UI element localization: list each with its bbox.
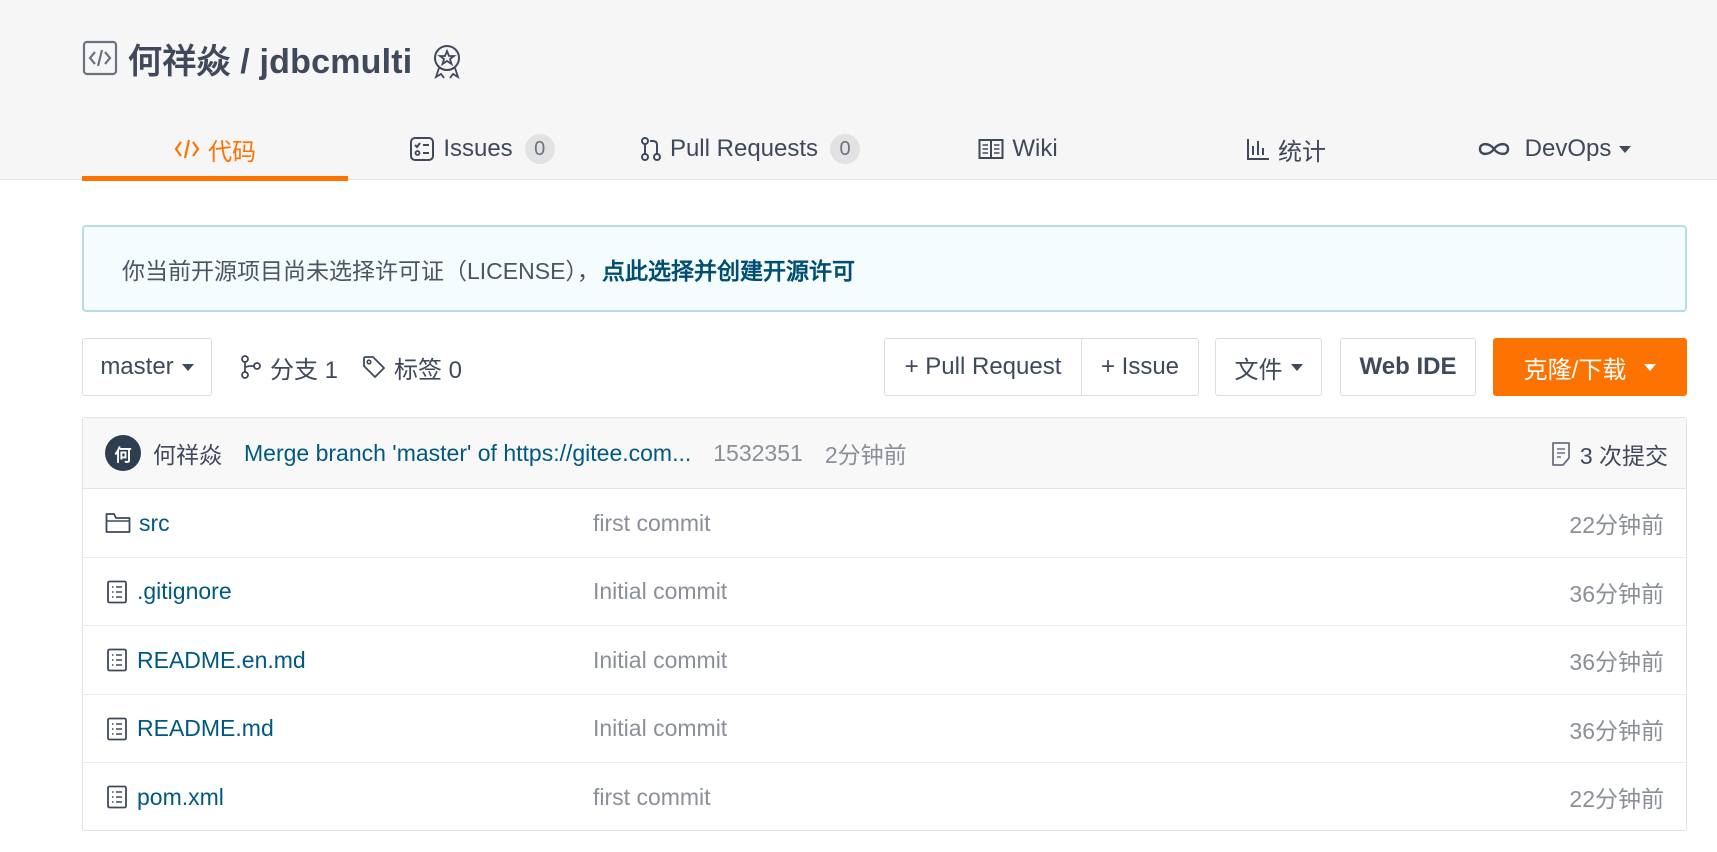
file-icon — [105, 648, 129, 672]
tab-devops[interactable]: DevOps — [1420, 118, 1688, 180]
commit-time: 2分钟前 — [824, 442, 907, 468]
clone-download-label: 克隆/下载 — [1523, 356, 1627, 384]
tag-icon — [362, 355, 386, 379]
repo-tabs: 代码 Issues 0 Pull Requests 0 Wiki 统计 DevO… — [82, 118, 1717, 181]
avatar[interactable]: 何 — [105, 435, 141, 471]
branches-link[interactable]: 分支 1 — [240, 338, 338, 396]
award-icon[interactable] — [430, 43, 466, 79]
tab-label: Pull Requests — [669, 135, 819, 162]
file-commit-time: 36分钟前 — [1569, 717, 1664, 744]
table-row: README.en.md Initial commit 36分钟前 — [83, 626, 1686, 695]
clone-download-button[interactable]: 克隆/下载 — [1493, 338, 1687, 396]
table-row: src first commit 22分钟前 — [83, 489, 1686, 558]
new-pull-request-button[interactable]: + Pull Request — [884, 338, 1082, 396]
tags-count: 标签 0 — [394, 356, 463, 384]
tab-wiki[interactable]: Wiki — [884, 118, 1152, 180]
tab-stats[interactable]: 统计 — [1152, 118, 1420, 180]
file-commit-time: 36分钟前 — [1569, 580, 1664, 607]
book-icon — [978, 138, 1004, 160]
file-name-link[interactable]: README.en.md — [105, 626, 306, 694]
tab-label: Issues — [443, 135, 513, 162]
pull-requests-count-badge: 0 — [830, 134, 861, 164]
file-menu-button[interactable]: 文件 — [1215, 338, 1322, 396]
license-notice-link[interactable]: 点此选择并创建开源许可 — [602, 252, 855, 286]
bar-chart-icon — [1246, 137, 1270, 161]
table-row: README.md Initial commit 36分钟前 — [83, 695, 1686, 763]
branch-icon — [240, 354, 262, 380]
commit-count: 3 次提交 — [1579, 442, 1668, 469]
repo-header: 何祥焱 / jdbcmulti 代码 Issues 0 Pull Request… — [0, 0, 1717, 181]
web-ide-button[interactable]: Web IDE — [1340, 338, 1476, 396]
file-name: README.md — [137, 715, 274, 741]
infinity-icon — [1477, 140, 1511, 158]
chevron-down-icon — [181, 363, 194, 371]
code-icon — [174, 137, 200, 161]
file-commit-message[interactable]: Initial commit — [593, 558, 727, 626]
file-commit-time: 36分钟前 — [1569, 649, 1664, 675]
new-issue-button[interactable]: + Issue — [1082, 338, 1199, 396]
commit-message[interactable]: Merge branch 'master' of https://gitee.c… — [244, 440, 691, 467]
issues-count-badge: 0 — [524, 134, 555, 164]
license-notice-text: 你当前开源项目尚未选择许可证（LICENSE）， — [122, 257, 600, 284]
tags-link[interactable]: 标签 0 — [362, 338, 462, 396]
file-name: .gitignore — [137, 578, 232, 604]
repo-title[interactable]: 何祥焱 / jdbcmulti — [128, 34, 412, 83]
file-name-link[interactable]: .gitignore — [105, 558, 232, 626]
tab-pull-requests[interactable]: Pull Requests 0 — [616, 118, 884, 180]
file-name-link[interactable]: README.md — [105, 695, 274, 763]
commit-list-icon — [1550, 441, 1572, 467]
file-menu-label: 文件 — [1234, 356, 1283, 384]
tab-issues[interactable]: Issues 0 — [348, 118, 616, 180]
repo-title-row: 何祥焱 / jdbcmulti — [82, 34, 466, 83]
file-commit-message[interactable]: first commit — [593, 763, 711, 831]
table-row: pom.xml first commit 22分钟前 — [83, 763, 1686, 832]
tab-label: 代码 — [208, 138, 256, 166]
code-repo-icon — [82, 40, 118, 76]
branches-count: 分支 1 — [270, 356, 339, 384]
file-icon — [105, 717, 129, 741]
file-commit-time: 22分钟前 — [1569, 512, 1664, 538]
commit-count-link[interactable]: 3 次提交 — [1550, 418, 1668, 489]
tab-label: 统计 — [1278, 138, 1326, 166]
latest-commit-bar: 何 何祥焱 Merge branch 'master' of https://g… — [83, 418, 1686, 489]
file-list: 何 何祥焱 Merge branch 'master' of https://g… — [82, 417, 1687, 831]
file-commit-message[interactable]: Initial commit — [593, 626, 727, 694]
file-name-link[interactable]: pom.xml — [105, 763, 224, 831]
chevron-down-icon — [1290, 363, 1303, 371]
branch-select[interactable]: master — [82, 338, 212, 396]
commit-hash[interactable]: 1532351 — [713, 440, 803, 467]
folder-icon — [105, 512, 131, 534]
repo-toolbar: master 分支 1 标签 0 + Pull Request + Issue … — [82, 338, 1687, 396]
table-row: .gitignore Initial commit 36分钟前 — [83, 558, 1686, 626]
tab-label: Wiki — [1012, 135, 1058, 162]
chevron-down-icon — [1644, 363, 1657, 371]
branch-select-label: master — [100, 353, 174, 380]
chevron-down-icon — [1619, 145, 1632, 153]
tab-code[interactable]: 代码 — [82, 118, 348, 181]
commit-author[interactable]: 何祥焱 — [153, 436, 222, 470]
file-name: pom.xml — [137, 783, 224, 810]
issues-icon — [409, 136, 435, 162]
pull-request-icon — [640, 136, 662, 162]
license-notice: 你当前开源项目尚未选择许可证（LICENSE）， 点此选择并创建开源许可 — [82, 225, 1687, 312]
file-icon — [105, 785, 129, 809]
file-name-link[interactable]: src — [105, 489, 170, 557]
tab-label: DevOps — [1524, 135, 1612, 162]
file-icon — [105, 580, 129, 604]
file-commit-message[interactable]: Initial commit — [593, 695, 727, 763]
file-commit-time: 22分钟前 — [1569, 786, 1664, 812]
file-commit-message[interactable]: first commit — [593, 489, 711, 557]
file-name: src — [139, 509, 170, 536]
file-name: README.en.md — [137, 646, 306, 673]
